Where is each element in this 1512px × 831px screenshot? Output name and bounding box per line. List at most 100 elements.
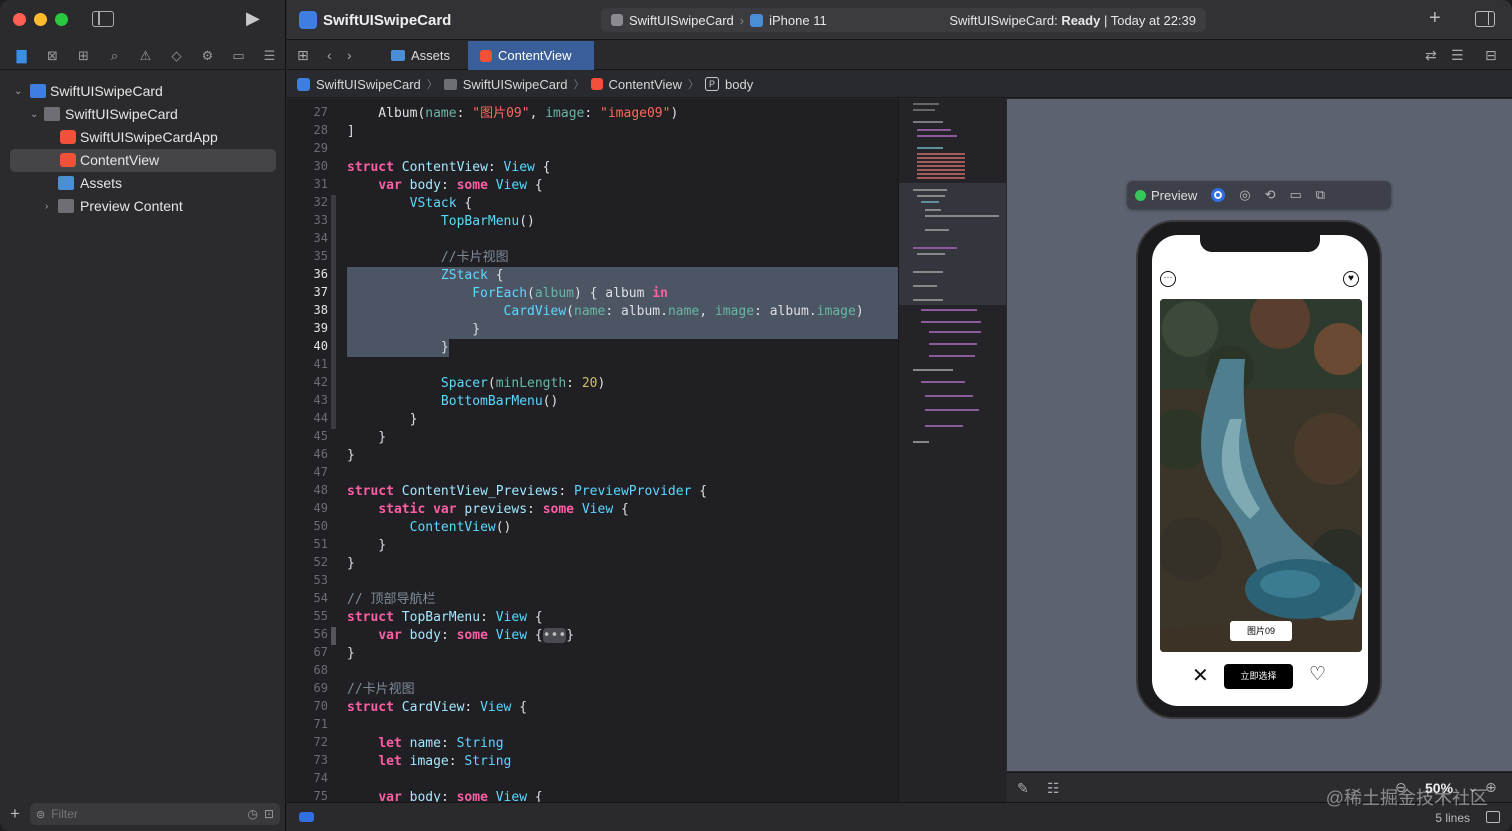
code-line: } xyxy=(347,448,355,463)
test-navigator-icon[interactable]: ◇ xyxy=(161,48,192,64)
close-icon[interactable]: ✕ xyxy=(1192,665,1209,687)
line-number: 40 xyxy=(313,339,328,353)
debug-area-toggle-icon[interactable] xyxy=(299,812,314,822)
code-line: struct ContentView: View { xyxy=(347,160,551,175)
tree-item-assets[interactable]: Assets xyxy=(0,172,286,195)
code-line: BottomBarMenu() xyxy=(440,394,559,409)
source-control-navigator-icon[interactable]: ⊠ xyxy=(37,48,68,64)
library-add-button[interactable]: + xyxy=(1429,8,1441,28)
report-navigator-icon[interactable]: ☰ xyxy=(254,48,285,64)
device-settings-icon[interactable]: ▭ xyxy=(1290,187,1302,203)
code-line: var body: some View { xyxy=(378,790,543,802)
tab-assets[interactable]: Assets xyxy=(379,41,467,70)
asset-catalog-icon xyxy=(391,50,405,61)
line-number: 69 xyxy=(313,681,328,695)
tree-item-app-file[interactable]: SwiftUISwipeCardApp xyxy=(0,126,286,149)
tree-item-group-folder[interactable]: ⌄ SwiftUISwipeCard xyxy=(0,103,286,126)
code-text[interactable]: Album(name: "图片09", image: "image09") ] … xyxy=(347,99,898,802)
chevron-down-icon[interactable]: ⌄ xyxy=(14,80,22,103)
code-line: Album(name: "图片09", image: "image09") xyxy=(347,106,679,121)
recent-files-icon[interactable]: ◷ xyxy=(247,807,257,821)
card-caption: 图片09 xyxy=(1230,621,1292,641)
activity-status: SwiftUISwipeCard: Ready | Today at 22:39 xyxy=(949,13,1196,28)
breadcrumb-symbol[interactable]: body xyxy=(725,77,753,92)
preview-canvas: Preview ◎ ⟲ ▭ ⧉ ··· ♥ 图片09 ✕ 立即选择 ♡ xyxy=(1007,99,1512,771)
minimize-window-button[interactable] xyxy=(34,13,47,26)
card-image[interactable]: 图片09 xyxy=(1160,299,1362,652)
preview-toolbar: Preview ◎ ⟲ ▭ ⧉ xyxy=(1127,181,1391,209)
back-icon[interactable]: ‹ xyxy=(327,47,332,63)
breadcrumb-file[interactable]: ContentView xyxy=(609,77,682,92)
line-number: 48 xyxy=(313,483,328,497)
tree-item-preview-content[interactable]: › Preview Content xyxy=(0,195,286,218)
line-number-gutter: 27 28 29 30 31 32 33 34 35 36 37 38 39 4… xyxy=(287,99,333,802)
line-number: 32 xyxy=(313,195,328,209)
code-line: } xyxy=(347,646,355,661)
line-number: 73 xyxy=(313,753,328,767)
river-photo xyxy=(1160,299,1362,652)
adjust-icon[interactable]: ☷ xyxy=(1047,780,1060,796)
code-line: var body: some View { xyxy=(378,178,543,193)
close-window-button[interactable] xyxy=(13,13,26,26)
pin-icon[interactable]: ✎ xyxy=(1017,780,1029,796)
issue-navigator-icon[interactable]: ⚠ xyxy=(130,48,161,64)
inspect-icon[interactable]: ◎ xyxy=(1239,187,1250,203)
line-number: 30 xyxy=(313,159,328,173)
main-toolbar: SwiftUISwipeCard SwiftUISwipeCard › iPho… xyxy=(287,0,1512,40)
rotate-device-icon[interactable]: ⟲ xyxy=(1265,187,1276,203)
sidebar-toggle-icon[interactable] xyxy=(92,11,114,27)
favorite-circle-icon[interactable]: ♥ xyxy=(1343,271,1359,287)
device-notch xyxy=(1200,235,1320,252)
scheme-selector[interactable]: SwiftUISwipeCard › iPhone 11 SwiftUISwip… xyxy=(601,8,1206,32)
heart-icon[interactable]: ♡ xyxy=(1309,664,1326,686)
scheme-app-label[interactable]: SwiftUISwipeCard xyxy=(629,13,734,28)
scheme-device-label[interactable]: iPhone 11 xyxy=(769,13,827,28)
preview-label: Preview xyxy=(1151,187,1198,203)
breadcrumb-project[interactable]: SwiftUISwipeCard xyxy=(316,77,421,92)
add-file-button[interactable]: + xyxy=(10,804,20,824)
tree-item-project[interactable]: ⌄ SwiftUISwipeCard xyxy=(0,80,286,103)
symbol-navigator-icon[interactable]: ⊞ xyxy=(68,48,99,64)
filter-icon: ⊜ xyxy=(36,808,46,821)
filter-input[interactable] xyxy=(51,807,212,821)
line-number: 27 xyxy=(313,105,328,119)
panel-toggle-icon[interactable] xyxy=(1486,811,1500,823)
chevron-right-icon[interactable]: › xyxy=(45,195,48,218)
live-preview-icon[interactable] xyxy=(1211,188,1226,202)
refactor-icon[interactable]: ⇄ xyxy=(1425,47,1437,63)
code-line: struct TopBarMenu: View { xyxy=(347,610,543,625)
breadcrumb-group[interactable]: SwiftUISwipeCard xyxy=(463,77,568,92)
inspector-toggle-icon[interactable] xyxy=(1475,11,1495,27)
editor-options-icon[interactable]: ☰ xyxy=(1451,47,1464,63)
more-icon[interactable]: ··· xyxy=(1160,271,1176,287)
navigator-filter: ⊜ ◷ ⊡ xyxy=(30,803,280,825)
source-editor[interactable]: 27 28 29 30 31 32 33 34 35 36 37 38 39 4… xyxy=(287,99,898,802)
forward-icon[interactable]: › xyxy=(347,47,352,63)
minimap[interactable] xyxy=(898,99,1006,802)
related-items-icon[interactable]: ⊞ xyxy=(297,47,309,63)
line-number: 29 xyxy=(313,141,328,155)
find-navigator-icon[interactable]: ⌕ xyxy=(99,48,130,64)
breakpoint-navigator-icon[interactable]: ▭ xyxy=(223,48,254,64)
debug-navigator-icon[interactable]: ⚙ xyxy=(192,48,223,64)
line-number: 74 xyxy=(313,771,328,785)
folder-icon xyxy=(58,199,74,213)
project-tree: ⌄ SwiftUISwipeCard ⌄ SwiftUISwipeCard Sw… xyxy=(0,80,286,218)
duplicate-preview-icon[interactable]: ⧉ xyxy=(1316,187,1325,203)
project-title-area: SwiftUISwipeCard xyxy=(299,11,451,29)
chevron-down-icon[interactable]: ⌄ xyxy=(30,103,38,126)
tree-item-contentview[interactable]: ContentView xyxy=(10,149,276,172)
asset-catalog-icon xyxy=(58,176,74,190)
scm-filter-icon[interactable]: ⊡ xyxy=(264,807,274,821)
code-line: ] xyxy=(347,124,355,139)
zoom-window-button[interactable] xyxy=(55,13,68,26)
code-fold-ribbon[interactable] xyxy=(331,195,336,429)
select-now-button[interactable]: 立即选择 xyxy=(1224,664,1293,689)
tab-contentview[interactable]: ContentView xyxy=(468,41,594,70)
device-screen[interactable]: ··· ♥ 图片09 ✕ 立即选择 ♡ xyxy=(1152,235,1368,706)
project-navigator-icon[interactable]: ▇ xyxy=(6,48,37,64)
split-editor-icon[interactable]: ⊟ xyxy=(1485,47,1497,63)
code-fold-ribbon[interactable] xyxy=(331,627,336,645)
preview-status[interactable]: Preview xyxy=(1135,188,1197,203)
run-button[interactable]: ▶ xyxy=(246,9,260,27)
